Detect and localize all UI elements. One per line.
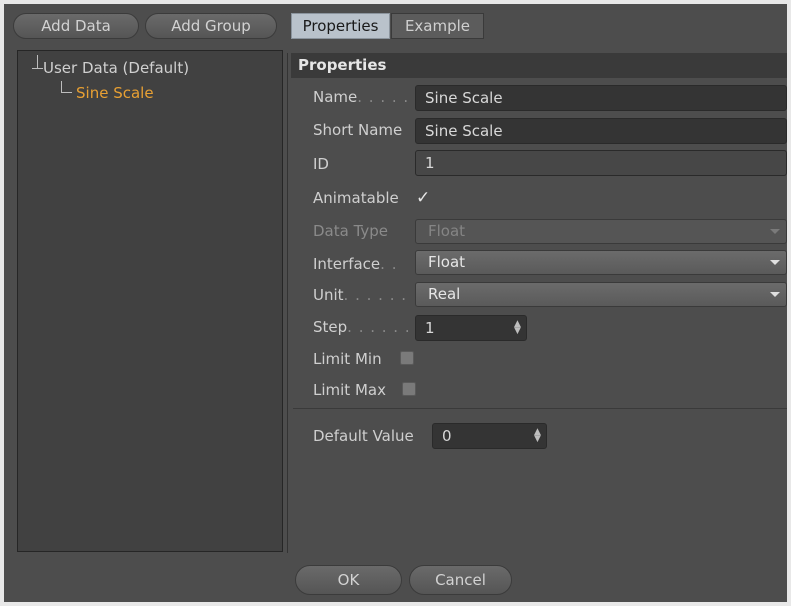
data-type-dropdown: Float (415, 219, 787, 244)
cancel-button[interactable]: Cancel (409, 565, 512, 595)
limit-max-checkbox[interactable] (402, 382, 416, 396)
data-type-label: Data Type (313, 222, 389, 240)
interface-dropdown[interactable]: Float (415, 250, 787, 275)
animatable-label: Animatable (313, 189, 399, 207)
chevron-down-icon (770, 292, 780, 297)
short-name-field[interactable]: Sine Scale (415, 118, 787, 144)
interface-value: Float (428, 253, 466, 271)
data-type-value: Float (428, 222, 466, 240)
panel-divider (287, 53, 288, 553)
tree-connector (61, 92, 72, 93)
id-label: ID (313, 155, 329, 173)
ok-button[interactable]: OK (295, 565, 402, 595)
limit-min-label: Limit Min (313, 350, 382, 368)
unit-label: Unit. . . . . . (313, 286, 407, 304)
step-label: Step. . . . . . (313, 318, 411, 336)
step-stepper[interactable]: 1 ▲ ▼ (415, 315, 527, 341)
limit-max-label: Limit Max (313, 381, 386, 399)
default-value-stepper[interactable]: 0 ▲ ▼ (432, 423, 547, 449)
section-divider (293, 408, 787, 409)
interface-label: Interface. . (313, 255, 398, 273)
add-data-button[interactable]: Add Data (13, 13, 139, 39)
name-label: Name. . . . . (313, 88, 410, 106)
name-field[interactable]: Sine Scale (415, 85, 787, 111)
default-value: 0 (442, 427, 452, 445)
user-data-dialog: Add Data Add Group User Data (Default) S… (4, 4, 787, 602)
short-name-label: Short Name (313, 121, 403, 139)
tree-item-sine-scale[interactable]: Sine Scale (76, 84, 154, 102)
tree-connector (32, 68, 43, 69)
animatable-checkbox[interactable]: ✓ (416, 188, 430, 208)
stepper-arrows-icon[interactable]: ▲ ▼ (534, 428, 541, 444)
stepper-arrows-icon[interactable]: ▲ ▼ (514, 320, 521, 336)
properties-header: Properties (291, 53, 787, 78)
unit-value: Real (428, 285, 461, 303)
tree-connector (37, 55, 38, 69)
default-value-label: Default Value (313, 427, 414, 445)
id-field: 1 (415, 150, 787, 176)
tab-properties[interactable]: Properties (291, 13, 390, 39)
add-group-button[interactable]: Add Group (145, 13, 277, 39)
tree-item-user-data[interactable]: User Data (Default) (43, 59, 189, 77)
unit-dropdown[interactable]: Real (415, 282, 787, 307)
limit-min-checkbox[interactable] (400, 351, 414, 365)
chevron-down-icon (770, 260, 780, 265)
user-data-tree: User Data (Default) Sine Scale (17, 50, 283, 552)
step-value: 1 (425, 319, 435, 337)
chevron-down-icon (770, 229, 780, 234)
tab-example[interactable]: Example (391, 13, 484, 39)
